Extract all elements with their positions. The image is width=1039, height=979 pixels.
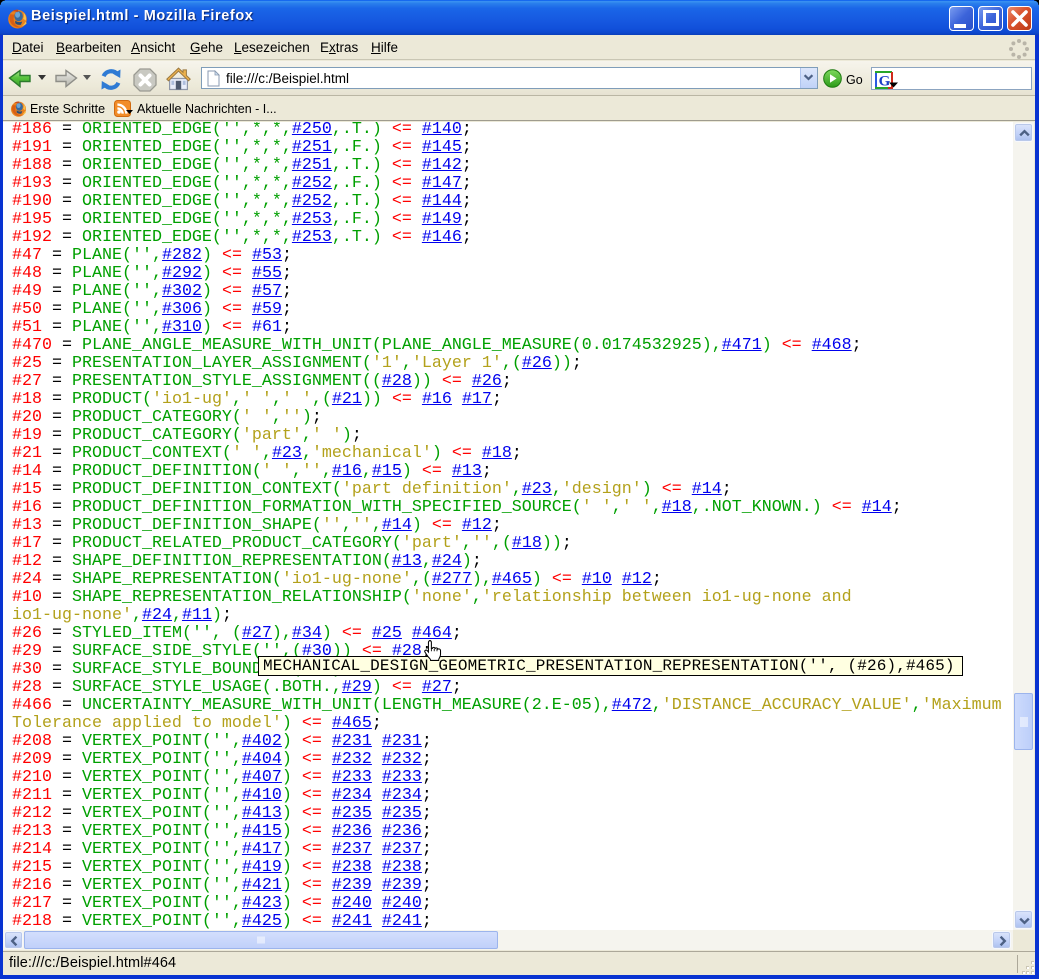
svg-text:G: G — [879, 74, 891, 90]
